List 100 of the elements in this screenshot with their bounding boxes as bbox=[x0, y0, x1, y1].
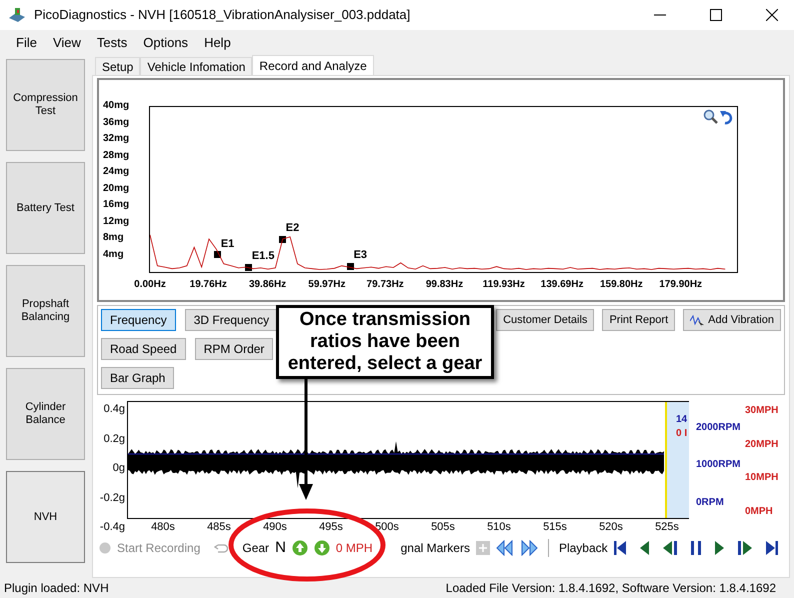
cursor-reading: 0 I bbox=[676, 427, 688, 441]
axis-label: 20MPH bbox=[745, 438, 780, 452]
axis-label: 505s bbox=[431, 520, 455, 534]
axis-label: 179.90Hz bbox=[659, 278, 702, 292]
axis-label: 515s bbox=[543, 520, 567, 534]
marker-label: E1.5 bbox=[252, 250, 274, 262]
axis-label: 480s bbox=[151, 520, 175, 534]
axis-label: 30MPH bbox=[745, 404, 780, 418]
tab[interactable]: Setup bbox=[95, 57, 140, 75]
speed-reading: 0 MPH bbox=[336, 540, 373, 557]
axis-label: 159.80Hz bbox=[600, 278, 643, 292]
skip-to-end-icon[interactable] bbox=[766, 541, 778, 555]
axis-label: 40mg bbox=[103, 100, 130, 112]
axis-label: 510s bbox=[487, 520, 511, 534]
add-marker-icon[interactable] bbox=[476, 541, 490, 555]
view-button[interactable]: RPM Order bbox=[194, 338, 274, 360]
menu-item[interactable]: View bbox=[44, 32, 89, 52]
axis-label: 32mg bbox=[103, 133, 130, 145]
gear-value: N bbox=[275, 538, 286, 558]
zoom-icon[interactable] bbox=[703, 109, 719, 125]
start-recording-button[interactable]: Start Recording bbox=[117, 539, 200, 557]
playback-label: Playback bbox=[558, 540, 608, 557]
tab[interactable]: Vehicle Infomation bbox=[140, 57, 252, 75]
play-reverse-icon[interactable] bbox=[640, 541, 649, 555]
axis-label: 19.76Hz bbox=[190, 278, 227, 292]
action-button[interactable]: Customer Details bbox=[496, 309, 594, 331]
axis-label: 0RPM bbox=[696, 496, 725, 510]
axis-label: 485s bbox=[207, 520, 231, 534]
maximize-icon[interactable] bbox=[710, 9, 722, 21]
view-button[interactable]: Bar Graph bbox=[101, 367, 174, 389]
axis-label: 4mg bbox=[103, 248, 124, 260]
axis-label: 0.2g bbox=[104, 432, 125, 444]
axis-label: 10MPH bbox=[745, 471, 780, 486]
sidebar-button[interactable]: Compression Test bbox=[6, 59, 85, 151]
previous-marker-icon[interactable] bbox=[496, 540, 514, 556]
callout-box: Once transmission ratios have been entered, select a gear bbox=[276, 305, 494, 379]
version-text: Loaded File Version: 1.8.4.1692, Software Version: 1.8.4.1692 bbox=[446, 580, 776, 597]
menu-item[interactable]: Options bbox=[135, 32, 196, 52]
marker-label: E3 bbox=[354, 249, 368, 262]
axis-label: 59.97Hz bbox=[308, 278, 346, 292]
axis-label: 28mg bbox=[103, 150, 130, 162]
next-marker-icon[interactable] bbox=[520, 540, 538, 556]
menu-item[interactable]: Tests bbox=[88, 32, 136, 52]
play-icon[interactable] bbox=[714, 541, 724, 555]
gear-down-icon[interactable] bbox=[314, 540, 330, 556]
view-button[interactable]: Frequency bbox=[101, 309, 176, 331]
axis-label: 12mg bbox=[103, 216, 130, 228]
action-button[interactable]: Print Report bbox=[602, 309, 676, 331]
sidebar-button[interactable]: Propshaft Balancing bbox=[6, 265, 85, 357]
sidebar-button[interactable]: Cylinder Balance bbox=[6, 368, 85, 460]
menu-item[interactable]: Help bbox=[196, 32, 239, 52]
action-button[interactable]: Add Vibration bbox=[683, 309, 781, 331]
marker-point[interactable] bbox=[245, 264, 252, 271]
axis-label: 39.86Hz bbox=[248, 278, 286, 292]
axis-label: 2000RPM bbox=[696, 421, 742, 436]
view-button[interactable]: Road Speed bbox=[101, 338, 186, 360]
gear-label: Gear bbox=[242, 540, 270, 557]
axis-label: 36mg bbox=[103, 116, 130, 128]
record-icon bbox=[99, 542, 111, 554]
sidebar-button[interactable]: NVH bbox=[6, 471, 85, 563]
axis-label: 520s bbox=[599, 520, 623, 534]
axis-label: 16mg bbox=[103, 199, 130, 211]
close-icon[interactable] bbox=[766, 9, 778, 21]
pause-icon[interactable] bbox=[690, 541, 701, 555]
axis-label: 8mg bbox=[103, 232, 124, 244]
axis-label: 20mg bbox=[103, 182, 130, 194]
axis-label: 139.69Hz bbox=[540, 278, 584, 292]
view-button[interactable]: 3D Frequency bbox=[184, 309, 278, 331]
gear-up-icon[interactable] bbox=[292, 540, 308, 556]
app-icon bbox=[8, 7, 26, 23]
window-title: PicoDiagnostics - NVH [160518_VibrationAnalysiser_003.pddata] bbox=[34, 6, 412, 24]
waveform-cursor-icon bbox=[690, 313, 704, 327]
undo-icon[interactable] bbox=[720, 109, 734, 125]
axis-label: 24mg bbox=[103, 166, 130, 178]
axis-label: 0g bbox=[112, 462, 125, 474]
step-back-icon[interactable] bbox=[662, 541, 677, 555]
axis-label: 0.00Hz bbox=[134, 278, 166, 292]
tab[interactable]: Record and Analyze bbox=[252, 55, 374, 75]
skip-to-start-icon[interactable] bbox=[614, 541, 626, 555]
axis-label: 0MPH bbox=[745, 504, 774, 519]
axis-label: 99.83Hz bbox=[426, 278, 464, 292]
axis-label: 1000RPM bbox=[696, 458, 742, 472]
axis-label: 490s bbox=[263, 520, 287, 534]
marker-point[interactable] bbox=[279, 236, 286, 242]
axis-label: 500s bbox=[375, 520, 399, 534]
axis-label: 0.4g bbox=[104, 403, 125, 415]
marker-label: E2 bbox=[286, 222, 300, 234]
axis-label: -0.2g bbox=[100, 492, 125, 504]
marker-label: E1 bbox=[220, 238, 234, 250]
axis-label: -0.4g bbox=[100, 521, 125, 533]
sidebar-button[interactable]: Battery Test bbox=[6, 162, 85, 254]
axis-label: 525s bbox=[655, 520, 679, 534]
signal-markers-label: gnal Markers bbox=[400, 540, 470, 557]
step-forward-icon[interactable] bbox=[738, 541, 752, 555]
cursor-reading: 14 bbox=[676, 413, 688, 427]
axis-label: 119.93Hz bbox=[482, 278, 525, 292]
axis-label: 495s bbox=[319, 520, 343, 534]
menu-item[interactable]: File bbox=[8, 32, 45, 52]
axis-label: 79.73Hz bbox=[366, 278, 404, 292]
status-text: Plugin loaded: NVH bbox=[4, 580, 109, 597]
